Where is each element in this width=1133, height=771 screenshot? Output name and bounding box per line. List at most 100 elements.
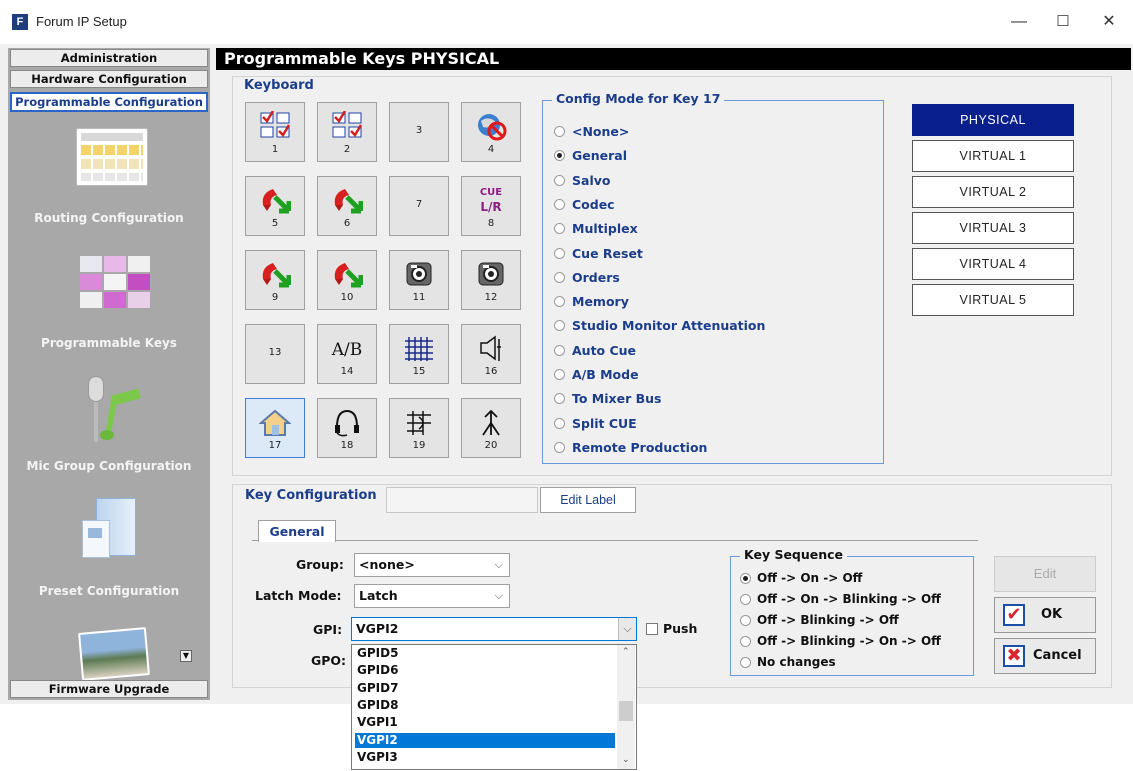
key-number: 17 bbox=[268, 440, 282, 451]
key-sequence-radio[interactable] bbox=[740, 636, 751, 647]
config-mode-option[interactable]: Multiplex bbox=[572, 221, 638, 236]
edit-button[interactable]: Edit bbox=[994, 556, 1096, 592]
routing-config-icon[interactable] bbox=[76, 128, 148, 186]
latch-mode-select[interactable]: Latch ⌵ bbox=[354, 584, 510, 608]
key-3[interactable]: 3 bbox=[389, 102, 449, 162]
config-mode-option[interactable]: A/B Mode bbox=[572, 367, 639, 382]
cancel-button[interactable]: ✖ Cancel bbox=[994, 638, 1096, 674]
page-button-virtual-3[interactable]: VIRTUAL 3 bbox=[912, 212, 1074, 244]
push-checkbox[interactable] bbox=[646, 623, 658, 635]
programmable-keys-icon[interactable] bbox=[80, 256, 150, 312]
key-sequence-radio[interactable] bbox=[740, 615, 751, 626]
gpi-select[interactable]: VGPI2 ⌵ bbox=[351, 617, 637, 641]
config-mode-radio[interactable] bbox=[554, 198, 565, 210]
mic-group-label[interactable]: Mic Group Configuration bbox=[10, 459, 208, 473]
close-button[interactable]: ✕ bbox=[1094, 10, 1124, 34]
gpi-dropdown-item[interactable]: GPID6 bbox=[355, 663, 615, 678]
config-mode-option[interactable]: Orders bbox=[572, 270, 620, 285]
nav-firmware-button[interactable]: Firmware Upgrade bbox=[10, 680, 208, 698]
config-mode-radio[interactable] bbox=[554, 344, 565, 356]
config-mode-option[interactable]: Memory bbox=[572, 294, 629, 309]
key-17[interactable]: 17 bbox=[245, 398, 305, 458]
config-mode-option[interactable]: Salvo bbox=[572, 173, 610, 188]
ok-button[interactable]: ✔ OK bbox=[994, 597, 1096, 633]
key-15[interactable]: 15 bbox=[389, 324, 449, 384]
key-icon bbox=[462, 259, 520, 292]
config-mode-option[interactable]: General bbox=[572, 148, 627, 163]
config-mode-radio[interactable] bbox=[554, 174, 565, 186]
page-button-virtual-1[interactable]: VIRTUAL 1 bbox=[912, 140, 1074, 172]
key-label-field[interactable] bbox=[386, 487, 538, 513]
config-mode-radio[interactable] bbox=[554, 247, 565, 259]
phone-icon bbox=[334, 263, 364, 288]
key-sequence-option[interactable]: Off -> On -> Blinking -> Off bbox=[757, 592, 941, 606]
preset-config-icon[interactable] bbox=[82, 498, 138, 560]
tab-general[interactable]: General bbox=[258, 520, 336, 542]
key-8[interactable]: CUE L/R 8 bbox=[461, 176, 521, 236]
page-button-virtual-4[interactable]: VIRTUAL 4 bbox=[912, 248, 1074, 280]
key-2[interactable]: 2 bbox=[317, 102, 377, 162]
page-button-virtual-5[interactable]: VIRTUAL 5 bbox=[912, 284, 1074, 316]
gpi-dropdown-item[interactable]: VGPI2 bbox=[355, 732, 615, 748]
config-mode-option[interactable]: Auto Cue bbox=[572, 343, 636, 358]
nav-administration-button[interactable]: Administration bbox=[10, 49, 208, 67]
config-mode-option[interactable]: Cue Reset bbox=[572, 246, 643, 261]
config-mode-radio[interactable] bbox=[554, 441, 565, 453]
key-18[interactable]: 18 bbox=[317, 398, 377, 458]
key-6[interactable]: 6 bbox=[317, 176, 377, 236]
nav-hardware-button[interactable]: Hardware Configuration bbox=[10, 70, 208, 88]
preset-config-label[interactable]: Preset Configuration bbox=[10, 584, 208, 598]
key-number: 19 bbox=[412, 440, 426, 451]
group-select[interactable]: <none> ⌵ bbox=[354, 553, 510, 577]
nav-programmable-button[interactable]: Programmable Configuration bbox=[10, 92, 208, 112]
scroll-thumb[interactable] bbox=[619, 701, 633, 721]
gpi-dropdown-item[interactable]: VGPI1 bbox=[355, 715, 615, 730]
config-mode-radio[interactable] bbox=[554, 271, 565, 283]
gpi-dropdown-item[interactable]: VGPI3 bbox=[355, 750, 615, 765]
minimize-button[interactable]: — bbox=[1004, 10, 1034, 34]
config-mode-option[interactable]: Codec bbox=[572, 197, 615, 212]
config-mode-radio[interactable] bbox=[554, 126, 565, 137]
key-5[interactable]: 5 bbox=[245, 176, 305, 236]
gpi-dropdown-item[interactable]: GPID5 bbox=[355, 646, 615, 661]
page-button-physical[interactable]: PHYSICAL bbox=[912, 104, 1074, 136]
key-sequence-option[interactable]: Off -> Blinking -> On -> Off bbox=[757, 634, 941, 648]
key-sequence-radio[interactable] bbox=[740, 573, 751, 584]
key-14[interactable]: A/B 14 bbox=[317, 324, 377, 384]
gpi-dropdown-item[interactable]: GPID8 bbox=[355, 698, 615, 713]
key-9[interactable]: 9 bbox=[245, 250, 305, 310]
config-mode-option[interactable]: Studio Monitor Attenuation bbox=[572, 318, 765, 333]
key-sequence-radio[interactable] bbox=[740, 594, 751, 605]
key-12[interactable]: 12 bbox=[461, 250, 521, 310]
key-7[interactable]: 7 bbox=[389, 176, 449, 236]
key-1[interactable]: 1 bbox=[245, 102, 305, 162]
page-button-virtual-2[interactable]: VIRTUAL 2 bbox=[912, 176, 1074, 208]
config-mode-option[interactable]: <None> bbox=[572, 124, 629, 139]
maximize-button[interactable]: ☐ bbox=[1048, 10, 1078, 34]
config-mode-radio[interactable] bbox=[554, 417, 565, 429]
gpi-dropdown-item[interactable]: GPID7 bbox=[355, 681, 615, 696]
key-20[interactable]: 20 bbox=[461, 398, 521, 458]
config-mode-radio[interactable] bbox=[554, 369, 565, 380]
key-4[interactable]: 4 bbox=[461, 102, 521, 162]
scroll-up-icon[interactable]: ⌃ bbox=[622, 647, 630, 657]
config-mode-option[interactable]: Remote Production bbox=[572, 440, 707, 455]
dropdown-scrollbar[interactable]: ⌃ ⌄ bbox=[617, 645, 635, 769]
scroll-down-icon[interactable]: ▼ bbox=[180, 650, 192, 662]
config-mode-option[interactable]: Split CUE bbox=[572, 416, 637, 431]
key-sequence-option[interactable]: No changes bbox=[757, 655, 836, 669]
key-sequence-radio[interactable] bbox=[740, 657, 751, 668]
scroll-down-icon[interactable]: ⌄ bbox=[622, 755, 630, 765]
edit-label-button[interactable]: Edit Label bbox=[540, 487, 636, 513]
key-sequence-option[interactable]: Off -> On -> Off bbox=[757, 571, 862, 585]
key-13[interactable]: 13 bbox=[245, 324, 305, 384]
mic-group-icon[interactable] bbox=[82, 376, 146, 444]
config-mode-option[interactable]: To Mixer Bus bbox=[572, 391, 661, 406]
key-10[interactable]: 10 bbox=[317, 250, 377, 310]
key-19[interactable]: 19 bbox=[389, 398, 449, 458]
key-16[interactable]: 16 bbox=[461, 324, 521, 384]
key-11[interactable]: 11 bbox=[389, 250, 449, 310]
routing-config-label[interactable]: Routing Configuration bbox=[10, 211, 208, 225]
key-sequence-option[interactable]: Off -> Blinking -> Off bbox=[757, 613, 899, 627]
programmable-keys-label[interactable]: Programmable Keys bbox=[10, 336, 208, 350]
